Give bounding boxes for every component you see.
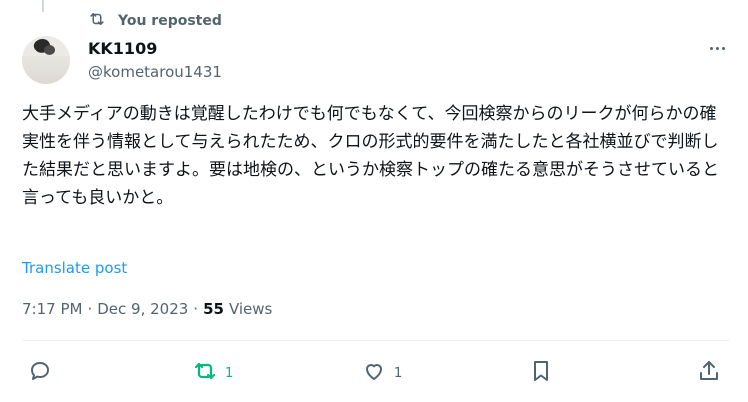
more-dot-icon xyxy=(715,46,719,50)
repost-icon xyxy=(193,359,217,387)
post-time[interactable]: 7:17 PM xyxy=(22,300,82,318)
post-date[interactable]: Dec 9, 2023 xyxy=(97,300,188,318)
like-button[interactable]: 1 xyxy=(362,358,402,388)
meta-separator: · xyxy=(87,300,93,318)
more-dot-icon xyxy=(709,46,713,50)
repost-header-label: You reposted xyxy=(118,13,222,29)
heart-icon xyxy=(362,359,386,387)
post-meta: 7:17 PM · Dec 9, 2023 · 55 Views xyxy=(22,300,272,318)
post-text: 大手メディアの動きは覚醒したわけでも何でもなくて、今回検察からのリークが何らかの… xyxy=(22,104,719,208)
bookmark-icon xyxy=(529,359,553,387)
repost-header: You reposted xyxy=(88,11,222,31)
repost-count: 1 xyxy=(225,365,234,381)
reply-icon xyxy=(28,359,52,387)
meta-separator: · xyxy=(193,300,199,318)
bookmark-button[interactable] xyxy=(529,358,553,388)
divider xyxy=(22,340,730,341)
repost-icon xyxy=(88,10,106,32)
translate-post-link[interactable]: Translate post xyxy=(22,259,127,277)
views-count: 55 xyxy=(203,300,224,318)
share-button[interactable] xyxy=(697,358,721,388)
share-icon xyxy=(697,359,721,387)
action-bar: 1 1 xyxy=(0,358,748,388)
reply-button[interactable] xyxy=(28,358,52,388)
like-count: 1 xyxy=(394,365,403,381)
author-handle[interactable]: @kometarou1431 xyxy=(88,63,222,81)
thread-line xyxy=(42,0,44,12)
more-options-button[interactable] xyxy=(704,38,730,58)
more-dot-icon xyxy=(721,46,725,50)
views-label: Views xyxy=(228,300,273,318)
avatar[interactable] xyxy=(22,36,70,84)
author-display-name[interactable]: KK1109 xyxy=(88,39,157,58)
repost-button[interactable]: 1 xyxy=(193,358,233,388)
